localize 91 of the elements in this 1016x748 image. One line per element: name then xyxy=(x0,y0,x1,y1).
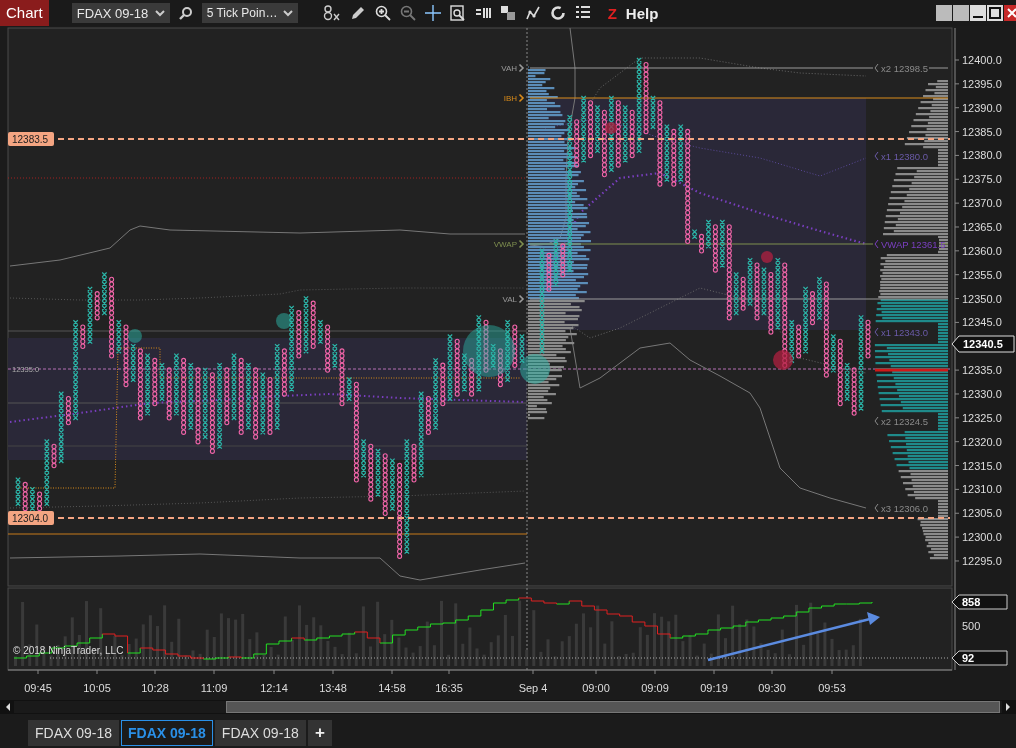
zoom-out-icon[interactable] xyxy=(399,5,416,21)
axis-tick-label: 12330.0 xyxy=(962,387,1002,400)
price-marker: 12383.5 xyxy=(8,132,54,146)
axis-tick-label: 12385.0 xyxy=(962,125,1002,138)
axis-tick-label: 12295.0 xyxy=(962,554,1002,567)
axis-tick-label: 12335.0 xyxy=(962,364,1002,377)
indicator-value-box xyxy=(951,594,1008,610)
time-axis-label: 12:14 xyxy=(260,682,288,694)
list-icon[interactable] xyxy=(574,5,591,21)
axis-tick-label: 12365.0 xyxy=(962,221,1002,233)
axis-tick-label: 12395.0 xyxy=(962,77,1002,90)
caret-icon xyxy=(154,9,165,17)
pencil-icon[interactable] xyxy=(349,5,366,21)
level-label: VAL xyxy=(502,294,525,304)
band-label: x3 12306.0 xyxy=(873,502,929,514)
axis-tick-label: 500 xyxy=(962,620,981,632)
level-label: VWAP xyxy=(493,239,525,249)
band-label: x1 12343.0 xyxy=(873,326,929,338)
axis-tick-label: 12375.0 xyxy=(962,173,1002,186)
data-box-icon[interactable] xyxy=(449,5,466,21)
volume-bubble xyxy=(276,313,292,329)
axis-tick-label: 12325.0 xyxy=(962,411,1002,424)
axis-tick-label: 12300.0 xyxy=(962,531,1002,544)
caret-icon xyxy=(282,9,293,17)
window-title: Chart xyxy=(0,0,49,26)
refresh-icon[interactable] xyxy=(549,5,566,21)
instrument-dropdown[interactable]: FDAX 09-18 xyxy=(71,3,170,23)
axis-tick-label: 12390.0 xyxy=(962,101,1002,114)
crosshair-icon[interactable] xyxy=(424,5,441,21)
zoom-in-icon[interactable] xyxy=(374,5,391,21)
axis-tick-label: 12315.0 xyxy=(962,459,1002,472)
time-axis-label: 14:58 xyxy=(378,682,406,694)
time-axis-label: 09:45 xyxy=(24,682,52,694)
z-label[interactable]: Z xyxy=(607,4,617,22)
level-label: IBH xyxy=(503,93,525,103)
bars-icon[interactable] xyxy=(474,5,491,21)
layers-icon[interactable] xyxy=(499,5,516,21)
volume-bubble xyxy=(761,251,773,263)
time-axis-label: 16:35 xyxy=(435,682,463,694)
axis-tick-label: 12320.0 xyxy=(962,435,1002,448)
current-price-text: 12340.5 xyxy=(963,338,1003,350)
time-axis-label: 09:09 xyxy=(641,682,669,694)
bar-type-icon[interactable] xyxy=(322,5,341,21)
time-axis-label: 09:00 xyxy=(582,682,610,694)
volume-bubble xyxy=(605,122,617,134)
volume-bubble xyxy=(520,354,550,384)
close-icon[interactable] xyxy=(1004,5,1016,21)
band-label: x2 12324.5 xyxy=(873,415,929,427)
scroll-left-icon[interactable] xyxy=(4,701,12,713)
maximize-icon[interactable] xyxy=(987,5,1003,21)
time-axis-label: 10:28 xyxy=(141,682,169,694)
price-marker: 12304.0 xyxy=(8,511,54,525)
volume-bubble xyxy=(128,329,142,343)
indicator-value-text: 92 xyxy=(962,652,975,664)
indicator-value-text: 858 xyxy=(962,596,981,608)
axis-tick-label: 12400.0 xyxy=(962,54,1002,66)
line-chart-icon[interactable] xyxy=(524,5,541,21)
time-axis-label: Sep 4 xyxy=(518,682,548,694)
axis-tick-label: 12350.0 xyxy=(962,292,1002,305)
time-axis-label: 10:05 xyxy=(83,682,111,694)
axis-tick-label: 12380.0 xyxy=(962,149,1002,162)
search-icon[interactable] xyxy=(178,6,193,20)
axis-tick-label: 12355.0 xyxy=(962,268,1002,281)
copyright-text: © 2018 NinjaTrader, LLC xyxy=(13,645,124,656)
chart-tab[interactable]: FDAX 09-18 xyxy=(214,720,306,746)
horizontal-scrollbar[interactable] xyxy=(0,700,1016,714)
time-axis-label: 11:09 xyxy=(200,682,228,694)
band-label: x1 12380.0 xyxy=(873,150,929,162)
chart-type-dropdown[interactable]: 5 Tick Poin… xyxy=(201,3,298,23)
volume-bubble xyxy=(463,325,515,377)
scrollbar-thumb[interactable] xyxy=(226,701,1000,713)
band-label: VWAP 12361.5 xyxy=(873,238,946,250)
axis-tick-label: 12310.0 xyxy=(962,483,1002,496)
add-tab-button[interactable]: + xyxy=(307,720,332,746)
chart-tab[interactable]: FDAX 09-18 xyxy=(28,720,120,746)
level-label: VAH xyxy=(501,63,525,73)
time-axis-label: 09:30 xyxy=(758,682,786,694)
time-axis-label: 09:19 xyxy=(700,682,728,694)
scroll-right-icon[interactable] xyxy=(1004,701,1012,713)
minimize-icon[interactable] xyxy=(970,5,986,21)
axis-tick-label: 12360.0 xyxy=(962,244,1002,257)
axis-tick-label: 12370.0 xyxy=(962,197,1002,210)
axis-tick-label: 12345.0 xyxy=(962,316,1002,329)
chart-tab[interactable]: FDAX 09-18 xyxy=(121,720,213,746)
indicator-value-box xyxy=(951,650,1008,666)
time-axis-label: 13:48 xyxy=(319,682,347,694)
volume-bubble xyxy=(773,350,793,370)
time-axis-label: 09:53 xyxy=(818,682,846,694)
band-label: x2 12398.5 xyxy=(873,62,929,74)
axis-tick-label: 12305.0 xyxy=(962,507,1002,520)
help-menu[interactable]: Help xyxy=(625,4,659,22)
